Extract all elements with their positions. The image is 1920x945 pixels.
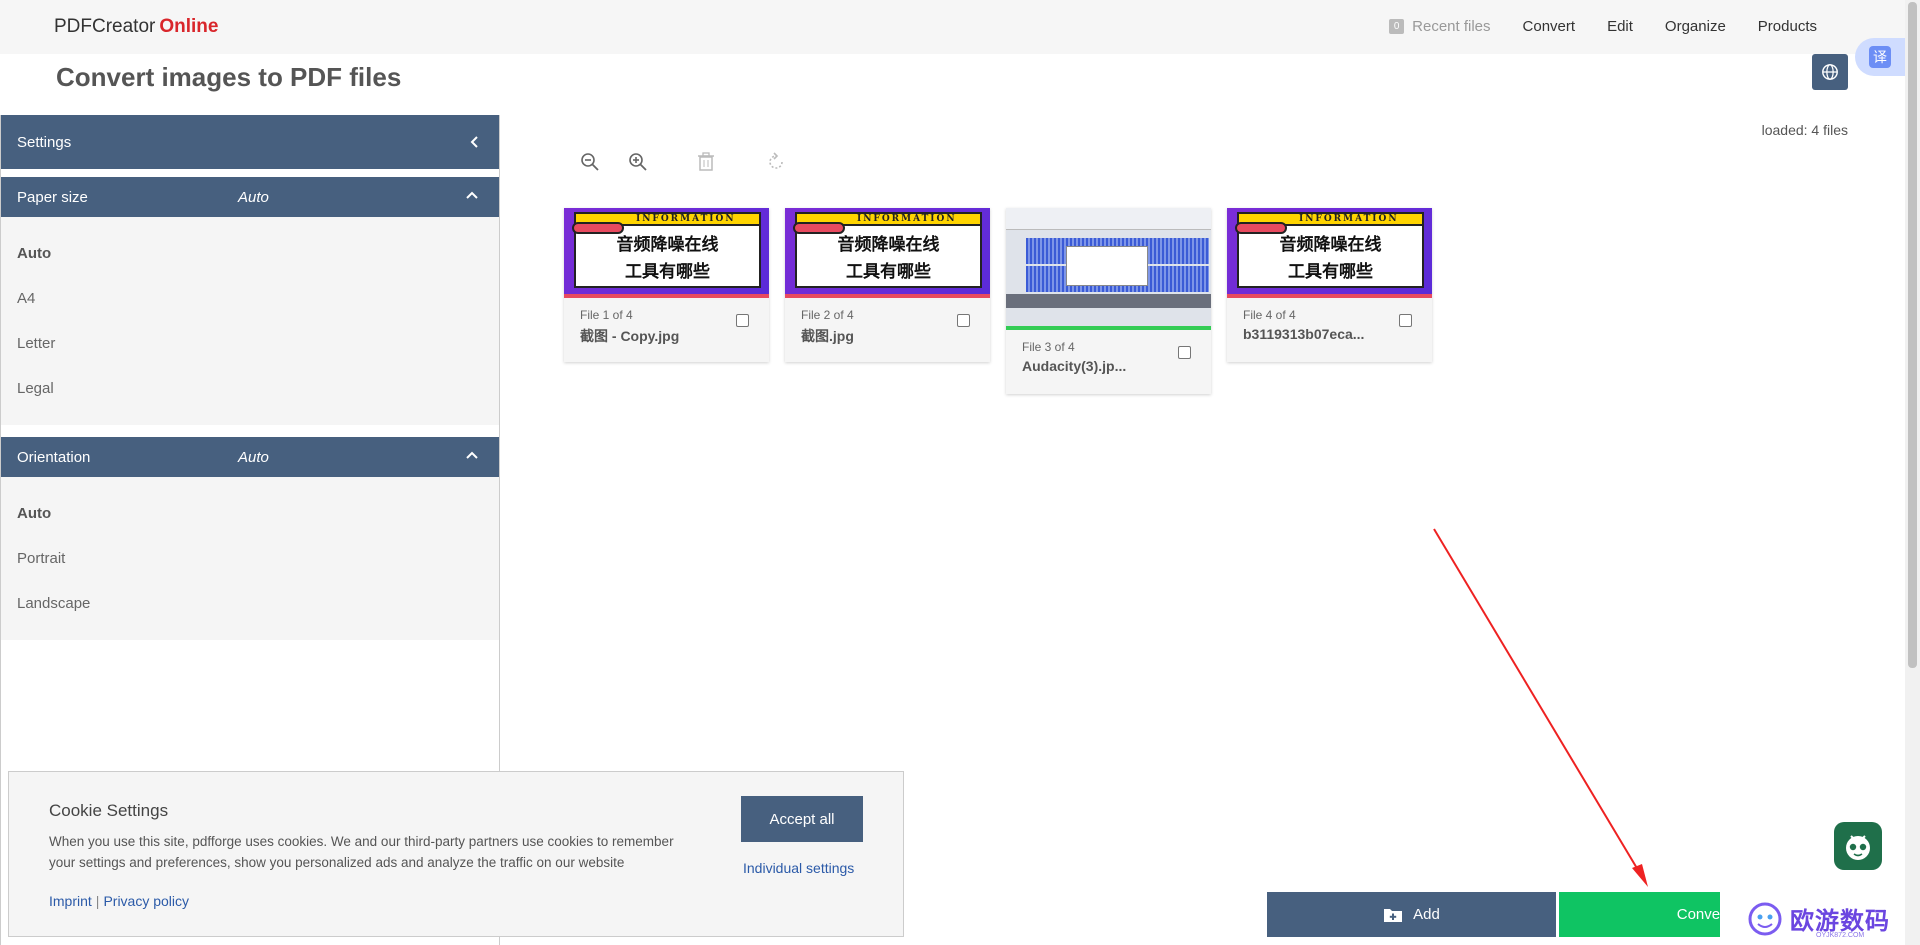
zoom-out-button[interactable] xyxy=(576,148,604,176)
chevron-left-icon[interactable] xyxy=(469,135,481,149)
paper-option-auto[interactable]: Auto xyxy=(1,231,499,276)
brand-logo[interactable]: PDFCreator Online xyxy=(54,16,218,38)
orientation-header[interactable]: Orientation Auto xyxy=(1,437,499,477)
cookie-banner: Cookie Settings When you use this site, … xyxy=(8,771,904,937)
file-card[interactable]: INFORMATION 音频降噪在线 工具有哪些 File 2 of 4 截图.j… xyxy=(785,208,990,362)
thumb-banner: INFORMATION xyxy=(1299,214,1399,224)
rotate-button[interactable] xyxy=(762,148,790,176)
main-nav: 0 Recent files Convert Edit Organize Pro… xyxy=(1389,18,1817,35)
nav-recent-files[interactable]: 0 Recent files xyxy=(1389,18,1491,35)
nav-convert[interactable]: Convert xyxy=(1523,18,1576,35)
file-name: 截图.jpg xyxy=(801,328,854,344)
watermark-icon xyxy=(1748,902,1782,935)
paper-option-letter[interactable]: Letter xyxy=(1,321,499,366)
paper-size-value: Auto xyxy=(238,188,269,206)
file-index: File 3 of 4 xyxy=(1022,340,1075,354)
settings-header[interactable]: Settings xyxy=(1,115,499,169)
file-select-checkbox[interactable] xyxy=(1178,346,1191,359)
file-index: File 1 of 4 xyxy=(580,308,633,322)
watermark-logo: 欧游数码 OYJK872.COM xyxy=(1720,892,1905,945)
loaded-files-count: loaded: 4 files xyxy=(1761,122,1848,138)
privacy-policy-link[interactable]: Privacy policy xyxy=(103,893,189,909)
paper-option-legal[interactable]: Legal xyxy=(1,366,499,411)
imprint-link[interactable]: Imprint xyxy=(49,893,92,909)
scrollbar-thumb[interactable] xyxy=(1908,2,1917,668)
file-index: File 4 of 4 xyxy=(1243,308,1296,322)
settings-title: Settings xyxy=(17,133,72,151)
translate-icon: 译 xyxy=(1869,46,1891,68)
translate-widget[interactable]: 译 xyxy=(1855,38,1905,76)
add-button[interactable]: Add xyxy=(1267,892,1556,937)
thumb-banner: INFORMATION xyxy=(636,214,736,224)
zoom-in-button[interactable] xyxy=(624,148,652,176)
watermark-subtext: OYJK872.COM xyxy=(1816,932,1865,939)
orientation-options: Auto Portrait Landscape xyxy=(1,477,499,640)
individual-settings-link[interactable]: Individual settings xyxy=(743,860,854,876)
add-label: Add xyxy=(1413,906,1440,923)
thumb-title-line2: 工具有哪些 xyxy=(1288,262,1373,282)
nav-organize[interactable]: Organize xyxy=(1665,18,1726,35)
nav-edit[interactable]: Edit xyxy=(1607,18,1633,35)
file-name: b3119313b07eca... xyxy=(1243,326,1365,342)
brand-name: PDFCreator xyxy=(54,16,156,37)
page-scrollbar[interactable] xyxy=(1905,0,1920,945)
paper-option-a4[interactable]: A4 xyxy=(1,276,499,321)
chevron-up-icon[interactable] xyxy=(465,189,479,201)
watermark-text: 欧游数码 xyxy=(1790,907,1890,935)
file-thumbnail xyxy=(1006,208,1211,330)
thumb-title-line1: 音频降噪在线 xyxy=(837,235,940,255)
file-grid: INFORMATION 音频降噪在线 工具有哪些 File 1 of 4 截图 -… xyxy=(564,208,1432,394)
file-select-checkbox[interactable] xyxy=(736,314,749,327)
accept-all-button[interactable]: Accept all xyxy=(741,796,863,842)
orientation-option-landscape[interactable]: Landscape xyxy=(1,581,499,626)
page-title: Convert images to PDF files xyxy=(56,62,402,92)
orientation-value: Auto xyxy=(238,448,269,466)
thumb-title-line1: 音频降噪在线 xyxy=(616,235,719,255)
thumb-title-line2: 工具有哪些 xyxy=(846,262,931,282)
zoom-out-icon xyxy=(581,153,599,171)
paper-size-label: Paper size xyxy=(17,188,88,206)
recent-count-badge: 0 xyxy=(1389,19,1405,34)
robot-icon xyxy=(1846,835,1870,860)
nav-products[interactable]: Products xyxy=(1758,18,1817,35)
thumb-banner: INFORMATION xyxy=(857,214,957,224)
globe-icon xyxy=(1822,64,1838,80)
top-navbar: PDFCreator Online 0 Recent files Convert … xyxy=(0,0,1905,54)
zoom-in-icon xyxy=(629,153,647,171)
file-name: 截图 - Copy.jpg xyxy=(580,328,680,344)
file-toolbar xyxy=(576,148,790,176)
brand-accent: Online xyxy=(159,16,219,37)
paper-size-options: Auto A4 Letter Legal xyxy=(1,217,499,425)
file-select-checkbox[interactable] xyxy=(957,314,970,327)
file-thumbnail: INFORMATION 音频降噪在线 工具有哪些 xyxy=(564,208,769,298)
chevron-up-icon[interactable] xyxy=(465,449,479,461)
link-separator: | xyxy=(95,893,100,909)
thumb-title-line2: 工具有哪些 xyxy=(625,262,710,282)
orientation-label: Orientation xyxy=(17,448,91,466)
file-thumbnail: INFORMATION 音频降噪在线 工具有哪些 xyxy=(785,208,990,298)
cookie-title: Cookie Settings xyxy=(49,801,169,820)
orientation-option-auto[interactable]: Auto xyxy=(1,491,499,536)
orientation-option-portrait[interactable]: Portrait xyxy=(1,536,499,581)
assistant-bot-button[interactable] xyxy=(1834,822,1882,870)
add-folder-icon xyxy=(1384,908,1403,922)
file-card[interactable]: INFORMATION 音频降噪在线 工具有哪些 File 4 of 4 b311… xyxy=(1227,208,1432,362)
thumb-title-line1: 音频降噪在线 xyxy=(1279,235,1382,255)
file-name: Audacity(3).jp... xyxy=(1022,358,1127,374)
paper-size-header[interactable]: Paper size Auto xyxy=(1,177,499,217)
file-card[interactable]: INFORMATION 音频降噪在线 工具有哪些 File 1 of 4 截图 -… xyxy=(564,208,769,362)
delete-button[interactable] xyxy=(692,148,720,176)
file-index: File 2 of 4 xyxy=(801,308,854,322)
rotate-icon xyxy=(769,152,783,169)
trash-icon xyxy=(698,152,714,171)
file-thumbnail: INFORMATION 音频降噪在线 工具有哪些 xyxy=(1227,208,1432,298)
cookie-links: Imprint | Privacy policy xyxy=(49,893,189,909)
cookie-text: When you use this site, pdfforge uses co… xyxy=(49,834,674,870)
file-select-checkbox[interactable] xyxy=(1399,314,1412,327)
file-card[interactable]: File 3 of 4 Audacity(3).jp... xyxy=(1006,208,1211,394)
language-button[interactable] xyxy=(1812,54,1848,90)
nav-recent-label: Recent files xyxy=(1412,18,1491,35)
